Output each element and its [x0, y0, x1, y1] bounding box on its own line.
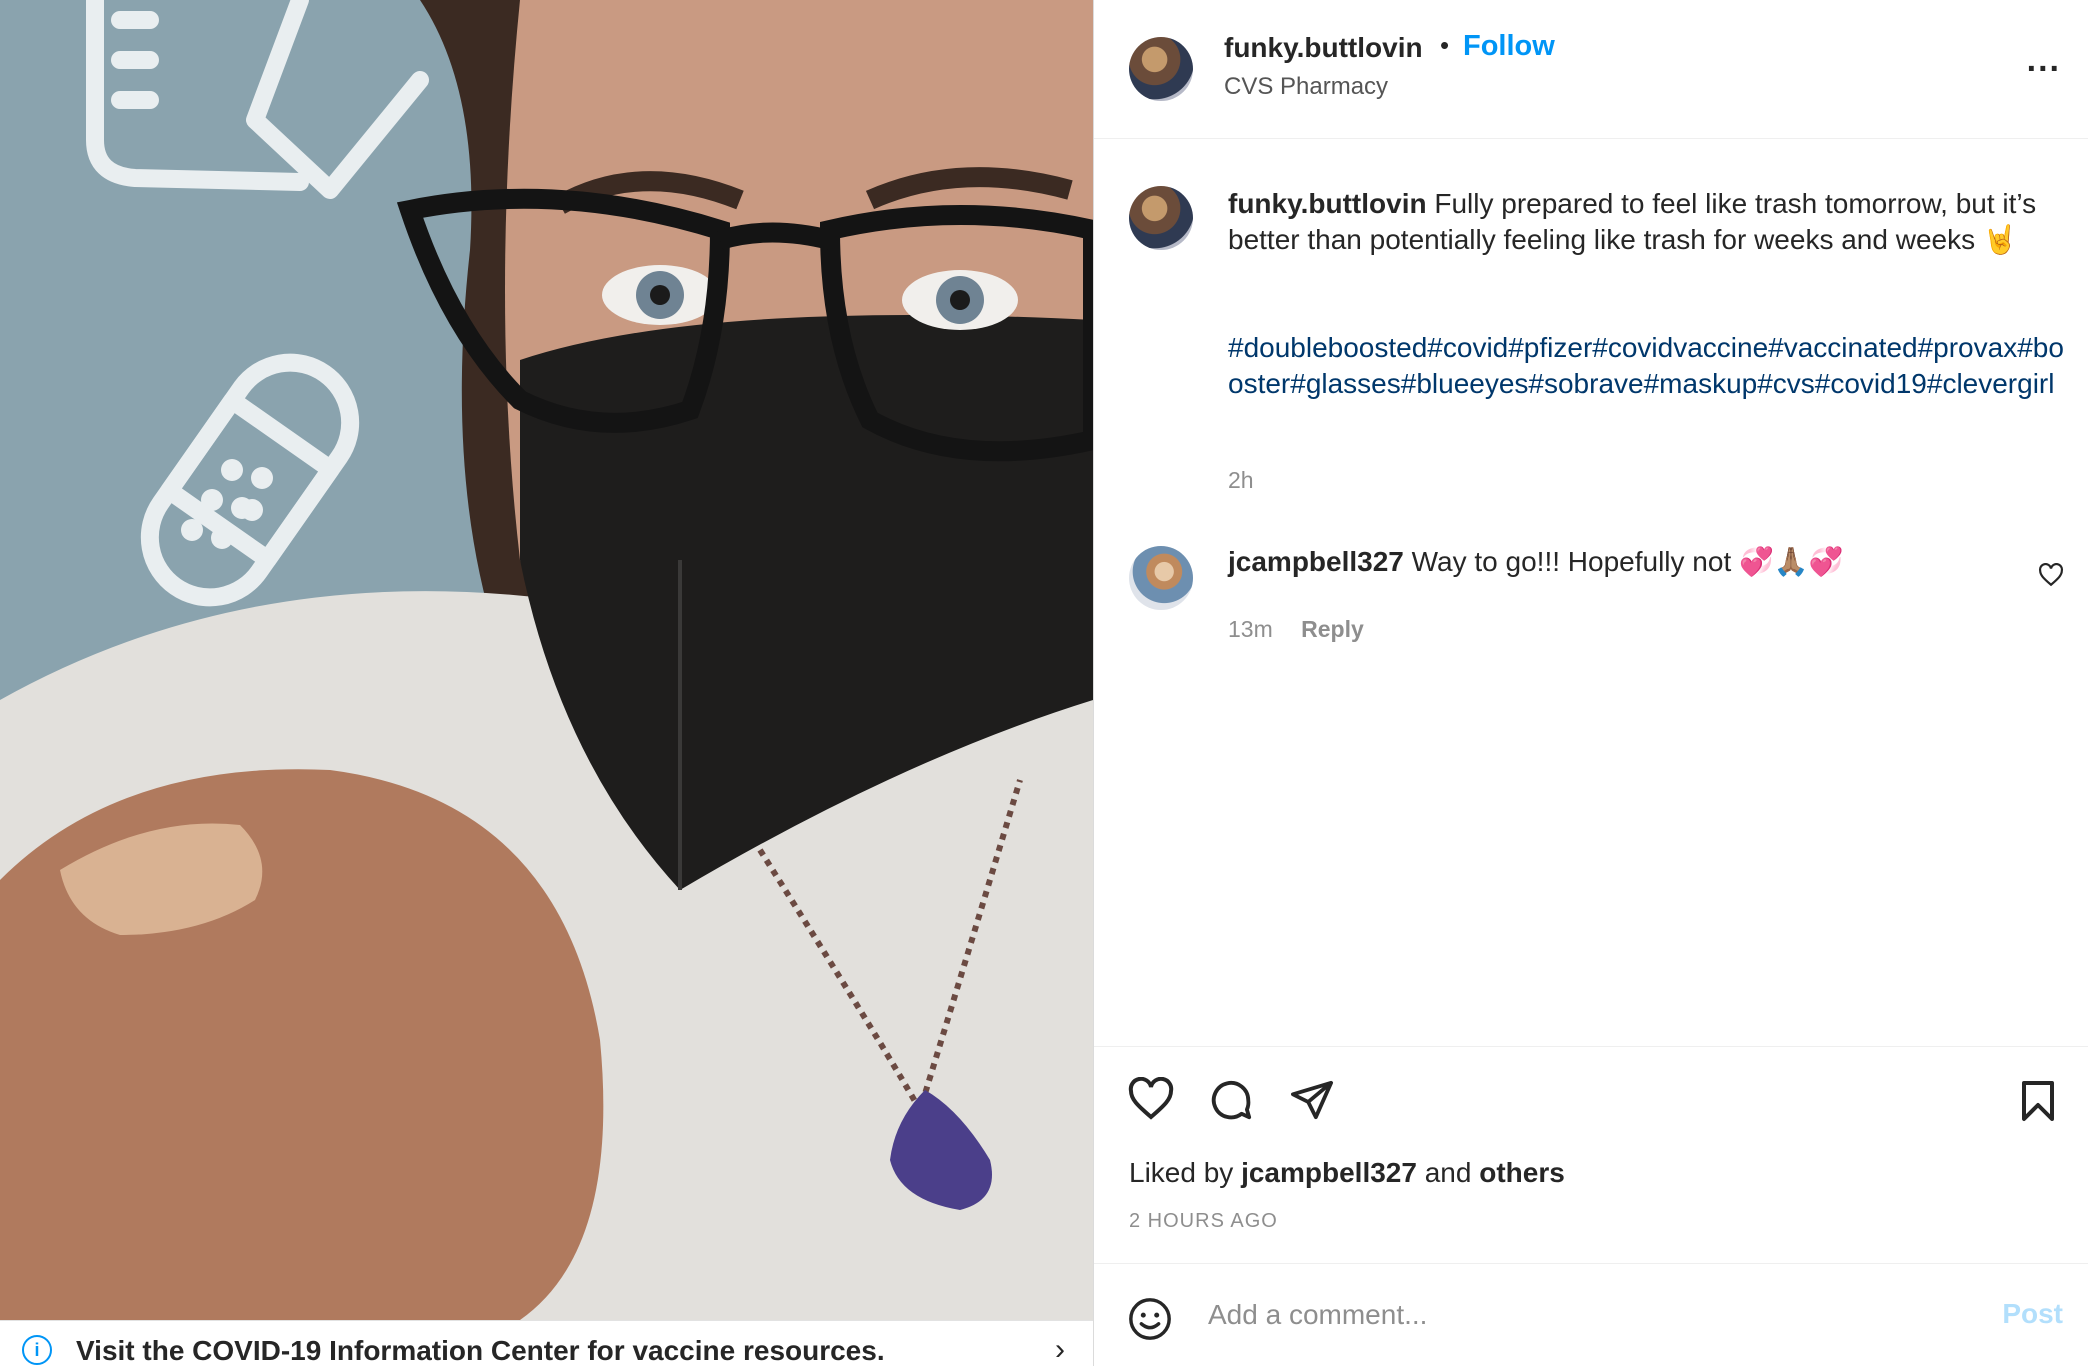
add-comment-input[interactable]: [1206, 1294, 1966, 1336]
post-header: funky.buttlovin • Follow CVS Pharmacy ..…: [1094, 0, 2088, 139]
comment-body: Way to go!!! Hopefully not 💞🙏🏽💞: [1411, 546, 1844, 577]
comment-meta: 13m Reply: [1228, 616, 1364, 643]
caption-text: funky.buttlovin Fully prepared to feel l…: [1228, 186, 2068, 258]
info-icon: i: [22, 1335, 52, 1365]
chevron-right-icon: ›: [1055, 1333, 1065, 1366]
post-comment-button[interactable]: Post: [2002, 1298, 2063, 1330]
caption-username[interactable]: funky.buttlovin: [1228, 188, 1427, 219]
like-heart-icon[interactable]: [1127, 1076, 1175, 1126]
follow-button[interactable]: Follow: [1463, 30, 1555, 63]
share-send-icon[interactable]: [1289, 1079, 1335, 1126]
author-username[interactable]: funky.buttlovin: [1224, 32, 1423, 64]
liked-by-middle: and: [1424, 1157, 1472, 1188]
comment-username[interactable]: jcampbell327: [1228, 546, 1404, 577]
post-actions-bar: Liked by jcampbell327 and others 2 HOURS…: [1094, 1046, 2088, 1266]
selfie-image: [0, 0, 1093, 1366]
caption-timestamp: 2h: [1228, 467, 1254, 493]
emoji-smiley-icon[interactable]: [1127, 1296, 1173, 1347]
post-age[interactable]: 2 HOURS AGO: [1129, 1210, 1278, 1233]
post-details-pane: funky.buttlovin • Follow CVS Pharmacy ..…: [1093, 0, 2088, 1366]
liked-by-others[interactable]: others: [1479, 1157, 1565, 1188]
comment-text: jcampbell327 Way to go!!! Hopefully not …: [1228, 544, 2008, 580]
comment-bubble-icon[interactable]: [1208, 1077, 1254, 1128]
post-location[interactable]: CVS Pharmacy: [1224, 73, 1388, 101]
liked-by-summary: Liked by jcampbell327 and others: [1129, 1157, 1565, 1189]
commenter-avatar[interactable]: [1129, 546, 1193, 610]
covid-info-banner[interactable]: i Visit the COVID-19 Information Center …: [0, 1320, 1093, 1366]
covid-info-banner-text: Visit the COVID-19 Information Center fo…: [76, 1335, 885, 1366]
caption-hashtags[interactable]: #doubleboosted#covid#pfizer#covidvaccine…: [1228, 330, 2068, 402]
comment-timestamp: 13m: [1228, 616, 1273, 642]
author-avatar[interactable]: [1129, 37, 1193, 101]
caption-author-avatar[interactable]: [1129, 186, 1193, 250]
header-separator: •: [1440, 30, 1450, 60]
liked-by-user[interactable]: jcampbell327: [1241, 1157, 1417, 1188]
add-comment-bar: Post: [1094, 1263, 2088, 1366]
post-photo[interactable]: i Visit the COVID-19 Information Center …: [0, 0, 1093, 1366]
more-options-icon[interactable]: ...: [2027, 43, 2061, 77]
save-bookmark-icon[interactable]: [2020, 1079, 2056, 1128]
liked-by-prefix: Liked by: [1129, 1157, 1234, 1188]
comment-reply-button[interactable]: Reply: [1301, 616, 1364, 642]
comment-like-heart-icon[interactable]: [2038, 562, 2064, 592]
